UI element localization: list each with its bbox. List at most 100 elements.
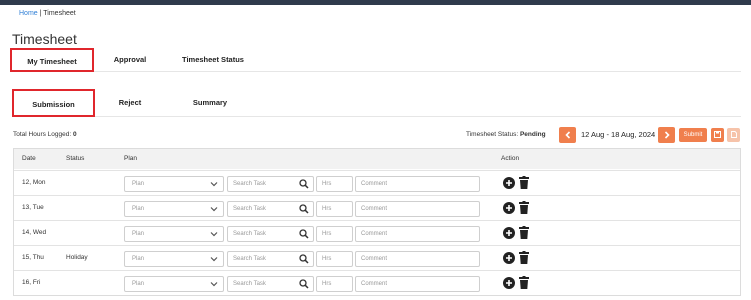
total-hours-label: Total Hours Logged: bbox=[13, 131, 73, 138]
search-task-placeholder: Search Task bbox=[233, 206, 266, 212]
search-task-input[interactable]: Search Task bbox=[227, 201, 314, 217]
table-row: 14, Wed Plan Search Task Hrs Comment bbox=[14, 220, 740, 245]
comment-placeholder: Comment bbox=[361, 181, 388, 187]
document-icon bbox=[730, 131, 737, 138]
header-status: Status bbox=[66, 155, 85, 162]
breadcrumb-home-link[interactable]: Home bbox=[19, 10, 38, 17]
chevron-down-icon bbox=[210, 282, 218, 287]
chevron-down-icon bbox=[210, 232, 218, 237]
comment-placeholder: Comment bbox=[361, 231, 388, 237]
trash-icon[interactable] bbox=[519, 176, 529, 189]
submit-button[interactable]: Submit bbox=[679, 128, 707, 142]
plan-select-value: Plan bbox=[132, 281, 145, 287]
search-icon bbox=[299, 279, 309, 289]
hours-placeholder: Hrs bbox=[322, 206, 332, 212]
tab-reject[interactable]: Reject bbox=[106, 89, 154, 117]
comment-input[interactable]: Comment bbox=[355, 251, 480, 267]
comment-input[interactable]: Comment bbox=[355, 201, 480, 217]
tab-submission[interactable]: Submission bbox=[12, 89, 95, 117]
search-task-input[interactable]: Search Task bbox=[227, 176, 314, 192]
search-task-input[interactable]: Search Task bbox=[227, 251, 314, 267]
comment-input[interactable]: Comment bbox=[355, 176, 480, 192]
hours-placeholder: Hrs bbox=[322, 181, 332, 187]
row-date: 14, Wed bbox=[22, 229, 47, 236]
search-task-placeholder: Search Task bbox=[233, 256, 266, 262]
row-date: 16, Fri bbox=[22, 279, 41, 286]
chevron-down-icon bbox=[210, 257, 218, 262]
trash-icon[interactable] bbox=[519, 276, 529, 289]
hours-input[interactable]: Hrs bbox=[316, 251, 353, 267]
table-row: 16, Fri Plan Search Task Hrs Comment bbox=[14, 270, 740, 295]
search-icon bbox=[299, 179, 309, 189]
add-icon[interactable] bbox=[503, 277, 515, 289]
trash-icon[interactable] bbox=[519, 251, 529, 264]
sub-tabs: Submission Reject Summary bbox=[12, 89, 741, 117]
timesheet-grid: Date Status Plan Action 12, Mon Plan Sea… bbox=[13, 148, 741, 296]
timesheet-status-label: Timesheet Status: bbox=[466, 131, 520, 138]
chevron-down-icon bbox=[210, 182, 218, 187]
row-status: Holiday bbox=[66, 254, 88, 261]
header-action: Action bbox=[501, 155, 520, 162]
plan-select-value: Plan bbox=[132, 231, 145, 237]
total-hours-value: 0 bbox=[72, 131, 77, 138]
timesheet-status: Timesheet Status: Pending bbox=[466, 131, 546, 138]
export-button[interactable] bbox=[727, 128, 740, 142]
comment-input[interactable]: Comment bbox=[355, 226, 480, 242]
plan-select[interactable]: Plan bbox=[124, 226, 224, 242]
plan-select-value: Plan bbox=[132, 181, 145, 187]
save-button[interactable] bbox=[711, 128, 724, 142]
table-row: 15, Thu Holiday Plan Search Task Hrs Com… bbox=[14, 245, 740, 270]
hours-input[interactable]: Hrs bbox=[316, 201, 353, 217]
previous-week-button[interactable] bbox=[559, 127, 576, 143]
search-task-input[interactable]: Search Task bbox=[227, 276, 314, 292]
breadcrumb-current: Timesheet bbox=[43, 10, 76, 17]
search-icon bbox=[299, 254, 309, 264]
search-task-placeholder: Search Task bbox=[233, 231, 266, 237]
tab-summary[interactable]: Summary bbox=[182, 89, 238, 117]
save-icon bbox=[714, 131, 721, 138]
next-week-button[interactable] bbox=[658, 127, 675, 143]
search-task-placeholder: Search Task bbox=[233, 181, 266, 187]
add-icon[interactable] bbox=[503, 202, 515, 214]
plan-select[interactable]: Plan bbox=[124, 201, 224, 217]
plan-select-value: Plan bbox=[132, 206, 145, 212]
tab-my-timesheet[interactable]: My Timesheet bbox=[10, 48, 94, 72]
plan-select[interactable]: Plan bbox=[124, 276, 224, 292]
search-icon bbox=[299, 204, 309, 214]
chevron-down-icon bbox=[210, 207, 218, 212]
add-icon[interactable] bbox=[503, 252, 515, 264]
hours-placeholder: Hrs bbox=[322, 281, 332, 287]
page-title: Timesheet bbox=[12, 31, 77, 47]
week-range: 12 Aug - 18 Aug, 2024 bbox=[581, 130, 656, 139]
breadcrumb: Home | Timesheet bbox=[19, 10, 76, 17]
chevron-right-icon bbox=[664, 131, 670, 139]
trash-icon[interactable] bbox=[519, 201, 529, 214]
row-date: 13, Tue bbox=[22, 204, 44, 211]
hours-input[interactable]: Hrs bbox=[316, 226, 353, 242]
search-icon bbox=[299, 229, 309, 239]
plan-select[interactable]: Plan bbox=[124, 251, 224, 267]
timesheet-status-value: Pending bbox=[519, 131, 546, 138]
search-task-placeholder: Search Task bbox=[233, 281, 266, 287]
row-date: 15, Thu bbox=[22, 254, 44, 261]
top-bar bbox=[0, 0, 751, 5]
add-icon[interactable] bbox=[503, 227, 515, 239]
add-icon[interactable] bbox=[503, 177, 515, 189]
header-plan: Plan bbox=[124, 155, 138, 162]
tab-approval[interactable]: Approval bbox=[102, 48, 158, 72]
plan-select[interactable]: Plan bbox=[124, 176, 224, 192]
total-hours: Total Hours Logged: 0 bbox=[13, 131, 77, 138]
comment-placeholder: Comment bbox=[361, 256, 388, 262]
plan-select-value: Plan bbox=[132, 256, 145, 262]
hours-placeholder: Hrs bbox=[322, 231, 332, 237]
table-row: 13, Tue Plan Search Task Hrs Comment bbox=[14, 195, 740, 220]
hours-input[interactable]: Hrs bbox=[316, 176, 353, 192]
comment-placeholder: Comment bbox=[361, 281, 388, 287]
header-date: Date bbox=[22, 155, 36, 162]
search-task-input[interactable]: Search Task bbox=[227, 226, 314, 242]
table-row: 12, Mon Plan Search Task Hrs Comment bbox=[14, 170, 740, 195]
trash-icon[interactable] bbox=[519, 226, 529, 239]
hours-input[interactable]: Hrs bbox=[316, 276, 353, 292]
comment-input[interactable]: Comment bbox=[355, 276, 480, 292]
tab-timesheet-status[interactable]: Timesheet Status bbox=[174, 48, 252, 72]
